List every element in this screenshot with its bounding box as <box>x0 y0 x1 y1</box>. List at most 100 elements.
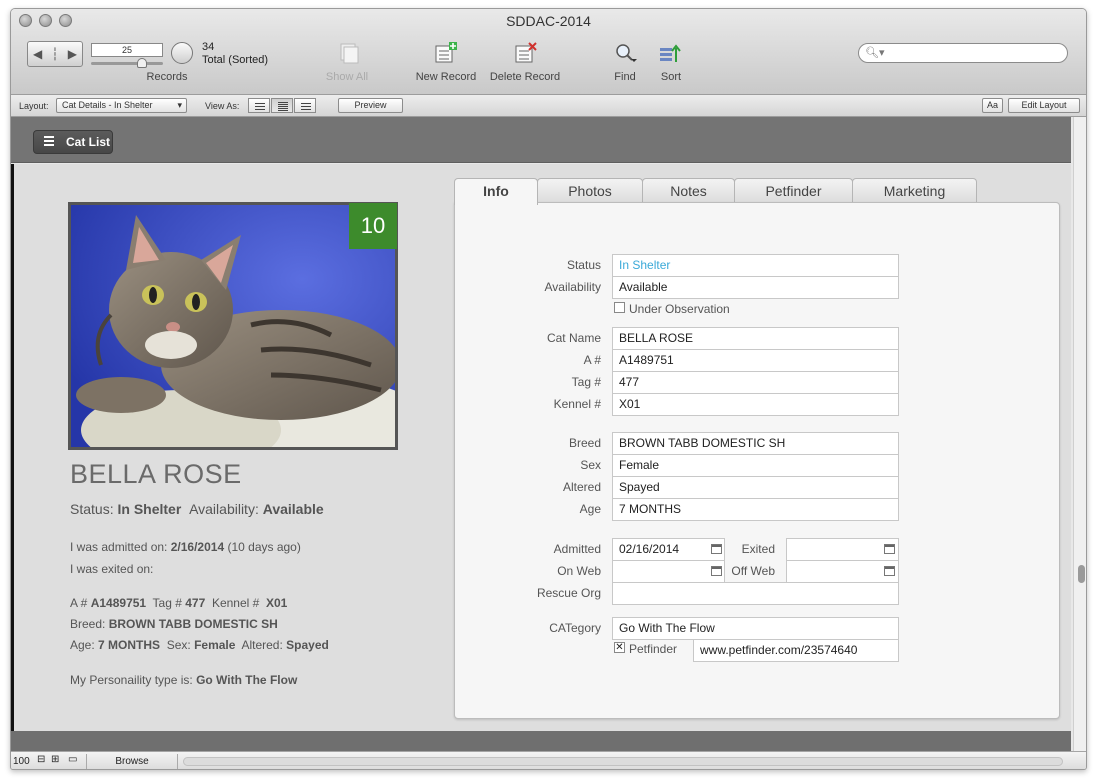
record-slider[interactable] <box>91 62 163 65</box>
view-as-list-button[interactable] <box>271 98 293 113</box>
show-all-button[interactable]: Show All <box>317 71 377 83</box>
breed-field-label: Breed <box>568 436 601 450</box>
status-summary-value: In Shelter <box>117 501 182 517</box>
rescue-org-field[interactable] <box>612 582 899 605</box>
kennel-field[interactable]: X01 <box>612 393 899 416</box>
zoom-in-icon[interactable]: ⊞ <box>51 754 59 765</box>
status-summary: Status: In Shelter Availability: Availab… <box>70 501 324 517</box>
find-button[interactable]: Find <box>605 71 645 83</box>
altered-field[interactable]: Spayed <box>612 476 899 499</box>
breed-field[interactable]: BROWN TABB DOMESTIC SH <box>612 432 899 455</box>
record-pie-icon <box>171 42 193 64</box>
petfinder-url-field[interactable]: www.petfinder.com/23574640 <box>693 639 899 662</box>
status-field[interactable]: In Shelter <box>612 254 899 277</box>
vertical-scrollbar[interactable] <box>1073 117 1086 751</box>
kennel-label: Kennel # <box>211 596 260 610</box>
sort-icon[interactable] <box>658 42 682 64</box>
find-icon[interactable] <box>614 42 638 64</box>
edit-layout-button[interactable]: Edit Layout <box>1008 98 1080 113</box>
sex-field-label: Sex <box>580 458 601 472</box>
exited-field[interactable] <box>786 538 899 561</box>
cat-name-field[interactable]: BELLA ROSE <box>612 327 899 350</box>
preview-button[interactable]: Preview <box>338 98 403 113</box>
availability-label: Availability <box>544 280 601 294</box>
view-as-form-button[interactable] <box>248 98 270 113</box>
delete-record-button[interactable]: Delete Record <box>485 71 565 83</box>
admitted-ago: (10 days ago) <box>227 540 301 554</box>
availability-field[interactable]: Available <box>612 276 899 299</box>
mode-popup[interactable]: Browse <box>86 754 178 769</box>
petfinder-checkbox[interactable]: ✕ <box>614 642 625 653</box>
tab-notes[interactable]: Notes <box>642 178 735 203</box>
records-label: Records <box>146 71 188 83</box>
current-record-input[interactable]: 25 <box>91 43 163 57</box>
vertical-scroll-thumb[interactable] <box>1078 565 1085 583</box>
new-record-button[interactable]: New Record <box>410 71 482 83</box>
age-sex-line: Age: 7 MONTHS Sex: Female Altered: Spaye… <box>70 638 329 652</box>
tag-label: Tag # <box>152 596 182 610</box>
status-summary-label: Status: <box>70 501 114 517</box>
age-summary-value: 7 MONTHS <box>98 638 161 652</box>
total-count: 34 <box>202 41 215 53</box>
status-bar: 100 ⊟ ⊞ ▭ Browse <box>11 751 1086 769</box>
tab-petfinder[interactable]: Petfinder <box>734 178 853 203</box>
off-web-calendar-icon[interactable] <box>884 566 895 576</box>
off-web-field-label: Off Web <box>731 564 775 578</box>
cat-list-button[interactable]: Cat List <box>33 130 113 154</box>
tab-info[interactable]: Info <box>454 178 538 205</box>
tag-value: 477 <box>185 596 206 610</box>
record-navigator[interactable]: ◀ ┆ ▶ <box>27 41 83 67</box>
off-web-field[interactable] <box>786 560 899 583</box>
petfinder-checkbox-label: Petfinder <box>629 642 678 656</box>
tab-marketing[interactable]: Marketing <box>852 178 977 203</box>
a-number-value: A1489751 <box>90 596 147 610</box>
previous-record-icon[interactable]: ◀ <box>33 47 42 61</box>
zoom-out-icon[interactable]: ⊟ <box>37 754 45 765</box>
view-as-table-button[interactable] <box>294 98 316 113</box>
list-icon <box>44 136 54 148</box>
on-web-calendar-icon[interactable] <box>711 566 722 576</box>
personality-value: Go With The Flow <box>196 673 298 687</box>
admitted-field-label: Admitted <box>553 542 601 556</box>
layout-dropdown[interactable]: Cat Details - In Shelter ▾ <box>56 98 187 113</box>
admitted-calendar-icon[interactable] <box>711 544 722 554</box>
admitted-line: I was admitted on: 2/16/2014 (10 days ag… <box>70 540 301 554</box>
layout-canvas: 10 BELLA ROSE Status: In Shelter Availab… <box>11 164 1071 731</box>
admitted-field[interactable]: 02/16/2014 <box>612 538 725 561</box>
on-web-field[interactable] <box>612 560 725 583</box>
a-number-field[interactable]: A1489751 <box>612 349 899 372</box>
altered-field-label: Altered <box>562 480 601 494</box>
layout-label: Layout: <box>19 101 49 111</box>
exited-calendar-icon[interactable] <box>884 544 895 554</box>
tag-field[interactable]: 477 <box>612 371 899 394</box>
tab-photos[interactable]: Photos <box>537 178 643 203</box>
availability-summary-label: Availability: <box>189 501 259 517</box>
category-field-label: CATegory <box>549 621 601 635</box>
category-field[interactable]: Go With The Flow <box>612 617 899 640</box>
personality-label: My Personaility type is: <box>70 673 193 687</box>
zoom-level[interactable]: 100 <box>13 756 30 767</box>
delete-record-icon[interactable] <box>514 42 538 64</box>
horizontal-scrollbar[interactable] <box>183 757 1063 766</box>
toggle-toolbar-icon[interactable]: ▭ <box>68 754 77 765</box>
new-record-icon[interactable] <box>434 42 458 64</box>
record-slider-knob[interactable] <box>137 58 147 68</box>
footer-band <box>11 731 1071 751</box>
sex-field[interactable]: Female <box>612 454 899 477</box>
search-input[interactable]: 🔍︎▾ <box>858 43 1068 63</box>
total-sorted-label: Total (Sorted) <box>202 54 269 66</box>
availability-summary-value: Available <box>262 501 324 517</box>
next-record-icon[interactable]: ▶ <box>68 47 77 61</box>
kennel-number-badge: 10 <box>349 203 397 249</box>
status-label: Status <box>566 258 601 272</box>
dropdown-arrow-icon: ▾ <box>177 100 182 110</box>
header-band: Cat List <box>11 117 1071 163</box>
search-icon: 🔍︎▾ <box>865 47 885 59</box>
record-count: 34 Total (Sorted) <box>202 41 268 67</box>
under-observation-checkbox[interactable] <box>614 302 625 313</box>
age-summary-label: Age: <box>70 638 95 652</box>
a-number-label: A # <box>70 596 88 610</box>
formatting-bar-button[interactable]: Aa <box>982 98 1003 113</box>
age-field[interactable]: 7 MONTHS <box>612 498 899 521</box>
sort-button[interactable]: Sort <box>651 71 691 83</box>
